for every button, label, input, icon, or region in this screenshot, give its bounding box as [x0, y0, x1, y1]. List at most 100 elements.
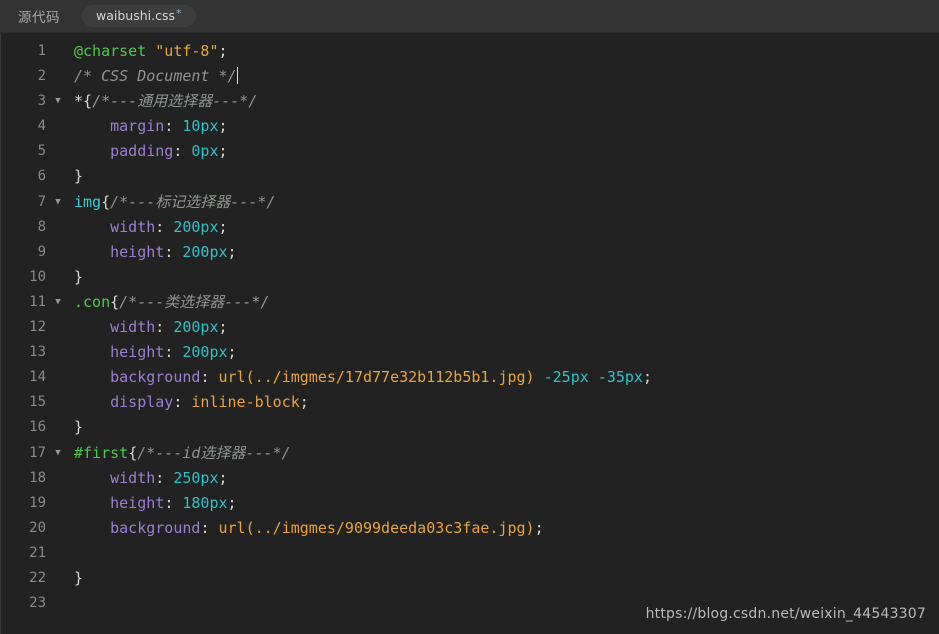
code-text: margin: 10px;	[68, 114, 228, 139]
code-line[interactable]: 3 ▼ *{/*---通用选择器---*/	[1, 89, 939, 114]
line-number: 12	[29, 319, 46, 336]
token-num: 10px	[182, 117, 219, 136]
token-punc: :	[164, 343, 183, 362]
code-text: width: 250px;	[68, 466, 227, 491]
code-line[interactable]: 16}	[1, 415, 939, 440]
token-num: 200px	[182, 242, 228, 261]
token-prop: padding	[110, 142, 174, 161]
token-num: 200px	[173, 318, 219, 337]
token-sel-name: #first	[74, 443, 129, 462]
tab-waibushi-css[interactable]: waibushi.css *	[82, 5, 196, 27]
code-text: /* CSS Document */	[68, 64, 238, 89]
code-line[interactable]: 17 ▼ #first{/*---id选择器---*/	[1, 441, 939, 466]
line-number: 13	[29, 344, 46, 361]
code-line[interactable]: 5 padding: 0px;	[1, 139, 939, 164]
code-line[interactable]: 4 margin: 10px;	[1, 114, 939, 139]
token-comment: /* CSS Document */	[74, 67, 237, 86]
token-punc: :	[155, 318, 174, 337]
line-number: 10	[29, 268, 46, 285]
fold-arrow-icon[interactable]: ▼	[48, 290, 68, 315]
token-prop: margin	[110, 117, 165, 136]
code-line[interactable]: 11 ▼ .con{/*---类选择器---*/	[1, 290, 939, 315]
code-text: width: 200px;	[68, 315, 227, 340]
code-line[interactable]: 15 display: inline-block;	[1, 390, 939, 415]
token-num: 0px	[191, 142, 219, 161]
token-punc: }	[74, 568, 84, 587]
token-punc: :	[164, 242, 183, 261]
code-line[interactable]: 8 width: 200px;	[1, 215, 939, 240]
line-number: 18	[29, 469, 46, 486]
tab-bar: 源代码 waibushi.css *	[0, 0, 939, 33]
fold-arrow-icon[interactable]: ▼	[48, 441, 68, 466]
code-line[interactable]: 7 ▼ img{/*---标记选择器---*/	[1, 190, 939, 215]
line-number: 23	[29, 595, 46, 612]
line-number: 7	[37, 193, 46, 210]
code-text: *{/*---通用选择器---*/	[68, 89, 257, 114]
token-punc: ;	[218, 42, 228, 60]
code-line[interactable]: 20 background: url(../imgmes/9099deeda03…	[1, 516, 939, 541]
token-punc: :	[200, 368, 219, 387]
code-line[interactable]: 22}	[1, 566, 939, 591]
code-line[interactable]: 2 /* CSS Document */	[1, 64, 939, 89]
code-line[interactable]: 12 width: 200px;	[1, 315, 939, 340]
token-punc: :	[155, 468, 174, 487]
token-punc: ;	[227, 493, 237, 512]
line-number: 17	[29, 444, 46, 461]
token-comment: /*---通用选择器---*/	[92, 92, 258, 111]
token-comment: /*---类选择器---*/	[119, 292, 270, 311]
token-val: url(../imgmes/9099deeda03c3fae.jpg)	[218, 518, 535, 537]
line-number: 6	[37, 168, 46, 185]
token-val: url(../imgmes/17d77e32b112b5b1.jpg)	[218, 368, 535, 387]
token-punc: :	[200, 518, 219, 537]
token-sel-name: .con	[74, 292, 111, 311]
token-punc: {	[83, 92, 93, 111]
code-lines-container[interactable]: 1 @charset "utf-8"; 2/* CSS Document */3 ▼ *…	[1, 39, 939, 634]
token-punc: :	[155, 217, 174, 236]
token-prop: display	[110, 393, 174, 412]
code-line[interactable]: 19 height: 180px;	[1, 491, 939, 516]
line-number: 21	[29, 544, 46, 561]
token-num: 180px	[182, 493, 228, 512]
code-text: img{/*---标记选择器---*/	[68, 190, 275, 215]
token-sel-tag: img	[74, 192, 102, 211]
token-punc: {	[128, 443, 138, 462]
fold-arrow-icon[interactable]: ▼	[48, 89, 68, 114]
code-text: padding: 0px;	[68, 139, 227, 164]
token-num: 200px	[182, 343, 228, 362]
code-text: #first{/*---id选择器---*/	[68, 441, 291, 466]
code-line[interactable]: 14 background: url(../imgmes/17d77e32b11…	[1, 365, 939, 390]
code-text: background: url(../imgmes/9099deeda03c3f…	[68, 516, 543, 541]
token-punc: ;	[218, 117, 228, 136]
code-text: }	[68, 566, 83, 591]
token-num: 250px	[173, 468, 219, 487]
code-line[interactable]: 6}	[1, 164, 939, 189]
fold-arrow-icon[interactable]: ▼	[48, 190, 68, 215]
line-number: 20	[29, 519, 46, 536]
editor-pane[interactable]: 1 @charset "utf-8"; 2/* CSS Document */3 ▼ *…	[0, 33, 939, 634]
token-num: 200px	[173, 217, 219, 236]
code-text: .con{/*---类选择器---*/	[68, 290, 269, 315]
line-number: 4	[37, 118, 46, 135]
code-text: background: url(../imgmes/17d77e32b112b5…	[68, 365, 652, 390]
code-line[interactable]: 9 height: 200px;	[1, 240, 939, 265]
token-punc: ;	[227, 343, 237, 362]
token-punc: {	[101, 192, 111, 211]
token-num: -35px	[597, 368, 643, 387]
token-prop: width	[110, 217, 156, 236]
code-line[interactable]: 21	[1, 541, 939, 566]
code-editor-window: 源代码 waibushi.css * 1 @charset "utf-8"; 2 /*…	[0, 0, 939, 634]
token-prop: background	[110, 518, 201, 537]
code-line[interactable]: 13 height: 200px;	[1, 340, 939, 365]
code-line[interactable]: 10}	[1, 265, 939, 290]
code-line[interactable]: 1 @charset "utf-8";	[1, 39, 939, 64]
token-punc: ;	[227, 242, 237, 261]
code-text: width: 200px;	[68, 215, 227, 240]
token-punc: :	[173, 142, 192, 161]
code-line[interactable]: 18 width: 250px;	[1, 466, 939, 491]
line-number: 9	[37, 243, 46, 260]
